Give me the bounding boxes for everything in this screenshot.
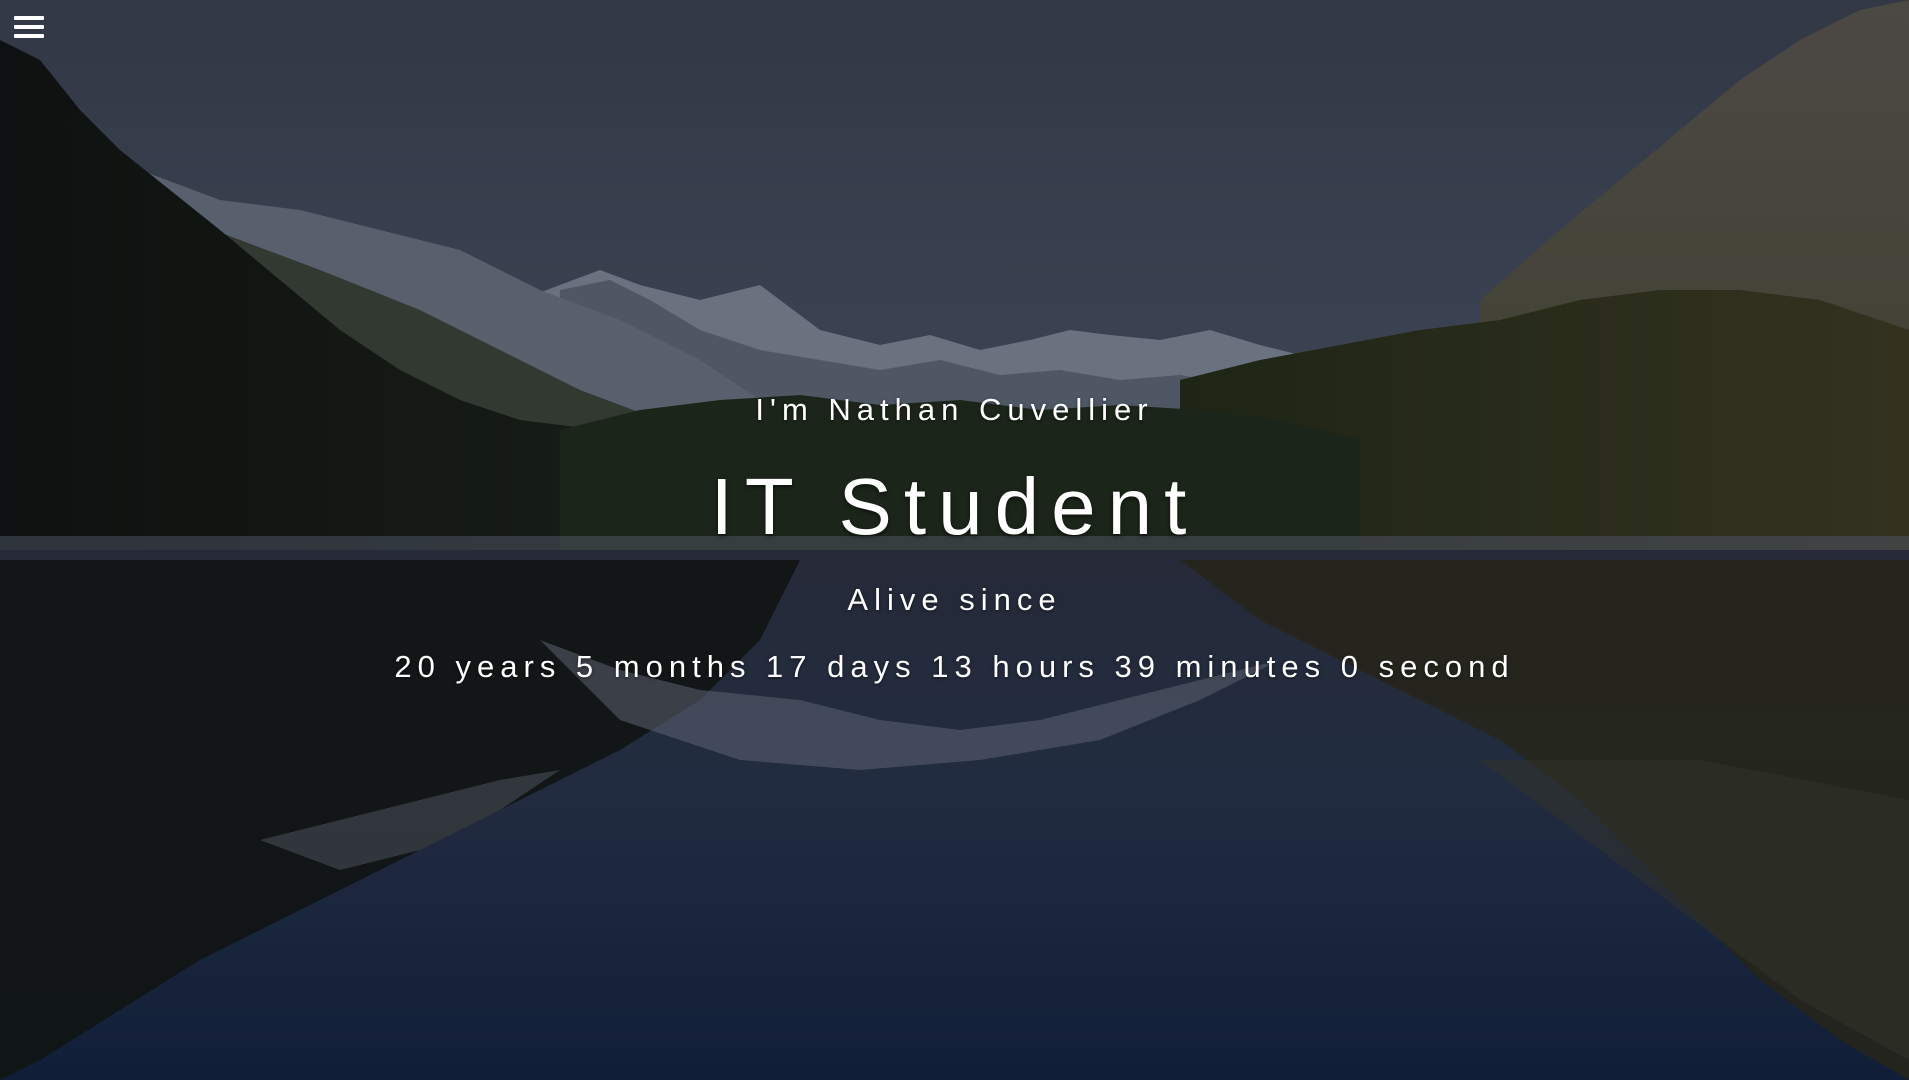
role-title: IT Student	[710, 462, 1199, 551]
age-counter: 20 years 5 months 17 days 13 hours 39 mi…	[394, 649, 1515, 684]
menu-bar-middle	[14, 25, 44, 29]
menu-bar-bottom	[14, 34, 44, 38]
menu-bar-top	[14, 16, 44, 20]
intro-text: I'm Nathan Cuvellier	[755, 392, 1154, 427]
hero-content: I'm Nathan Cuvellier IT Student Alive si…	[0, 0, 1909, 1080]
alive-since-label: Alive since	[847, 582, 1062, 617]
hero-section: I'm Nathan Cuvellier IT Student Alive si…	[0, 0, 1909, 1080]
hamburger-menu-icon[interactable]	[14, 14, 46, 42]
